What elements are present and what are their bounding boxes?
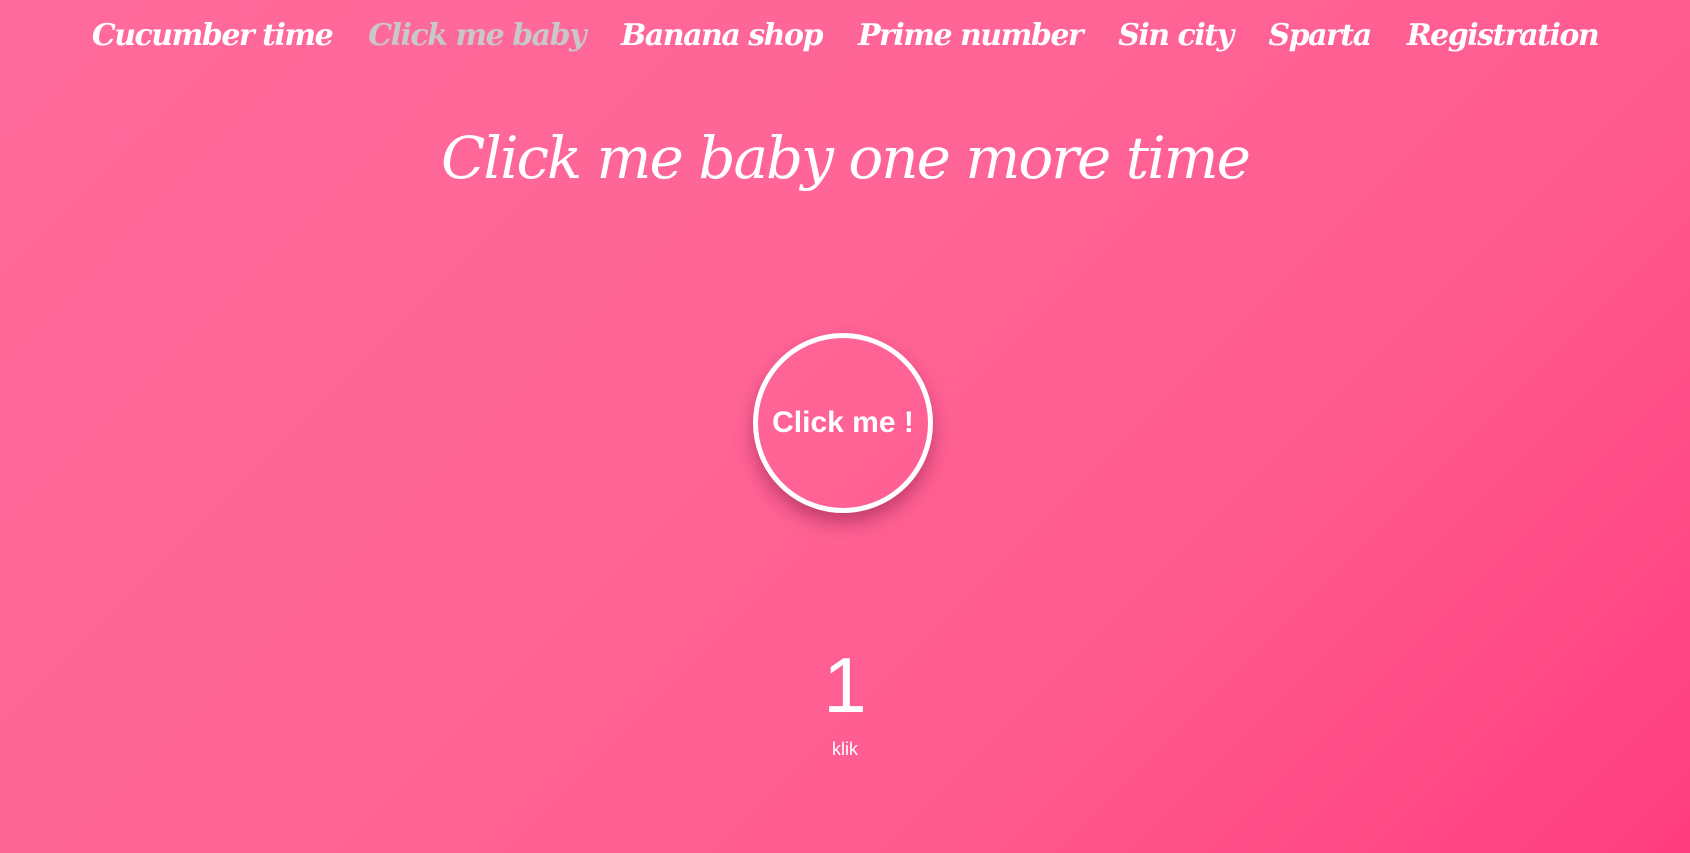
nav-item-prime-number[interactable]: Prime number (858, 18, 1084, 53)
nav-item-sparta[interactable]: Sparta (1269, 18, 1373, 53)
click-me-button-label: Click me ! (772, 406, 914, 439)
page-title: Click me baby one more time (441, 124, 1251, 192)
nav-item-cucumber-time[interactable]: Cucumber time (92, 18, 334, 53)
top-navigation: Cucumber time Click me baby Banana shop … (0, 0, 1690, 70)
click-me-button[interactable]: Click me ! (753, 333, 933, 513)
click-counter-label: klik (832, 739, 858, 759)
nav-item-banana-shop[interactable]: Banana shop (621, 18, 823, 53)
nav-item-registration[interactable]: Registration (1407, 18, 1600, 53)
nav-item-click-me-baby[interactable]: Click me baby (368, 18, 586, 53)
nav-item-sin-city[interactable]: Sin city (1118, 18, 1234, 53)
click-counter-value: 1 (823, 641, 867, 729)
